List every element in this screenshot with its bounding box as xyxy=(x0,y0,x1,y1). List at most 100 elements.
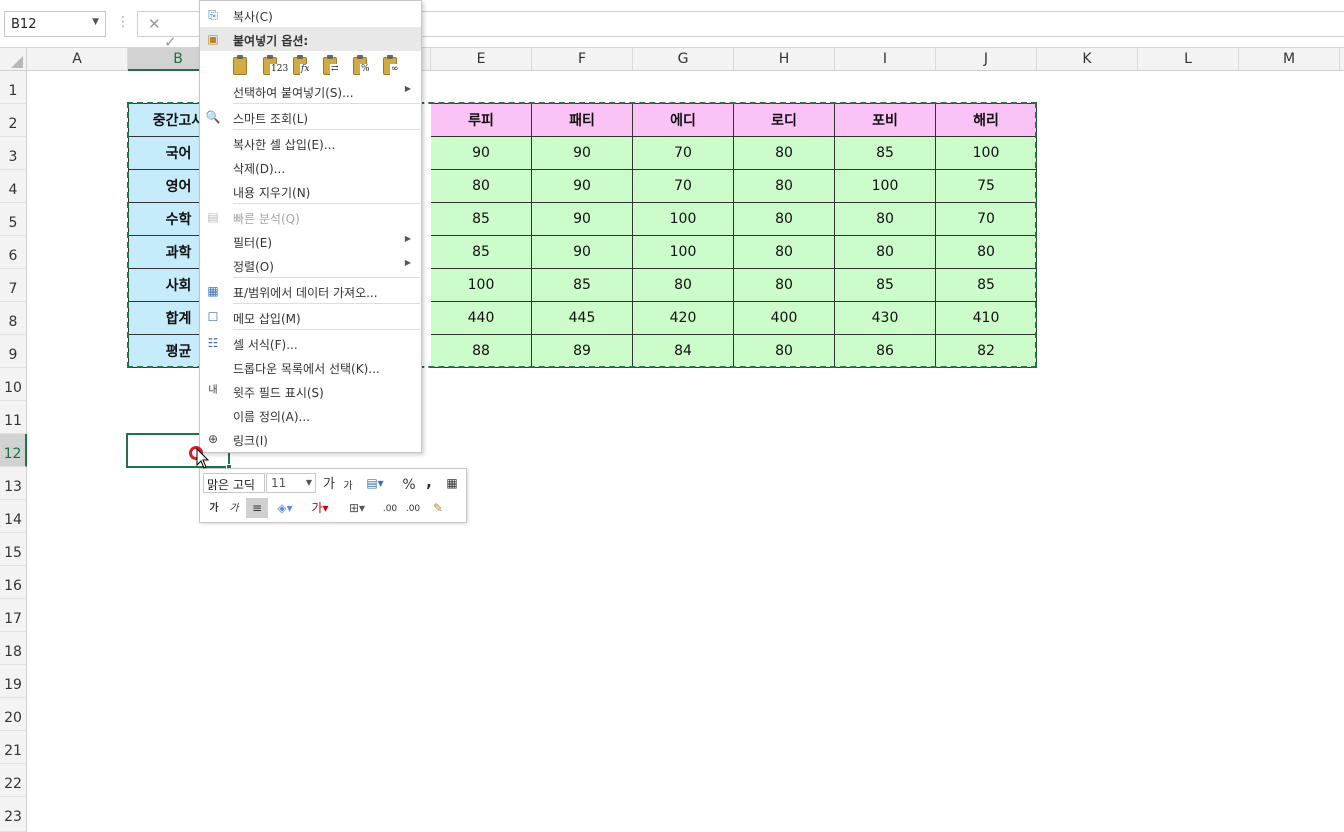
value-cell[interactable]: 80 xyxy=(431,170,532,203)
cancel-icon[interactable]: ✕ xyxy=(148,15,161,33)
paste-icon[interactable] xyxy=(229,53,253,79)
paste-values-icon[interactable]: 123 xyxy=(259,53,290,79)
shrink-font-icon[interactable]: 가 xyxy=(340,477,356,497)
value-cell[interactable]: 80 xyxy=(734,269,835,302)
menu-item-sort[interactable]: 정렬(O) ▶ xyxy=(200,253,421,277)
row-header-1[interactable]: 1 xyxy=(0,71,27,104)
grow-font-icon[interactable]: 가 xyxy=(320,475,338,495)
row-header-9[interactable]: 9 xyxy=(0,335,27,368)
menu-item-smart-lookup[interactable]: 🔍 스마트 조회(L) xyxy=(200,105,421,129)
column-header-j[interactable]: J xyxy=(936,48,1037,71)
value-cell[interactable]: 85 xyxy=(532,269,633,302)
font-size-select[interactable]: 11 ▼ xyxy=(266,473,316,493)
value-cell[interactable]: 100 xyxy=(633,236,734,269)
value-cell[interactable]: 80 xyxy=(734,203,835,236)
menu-item-get-data[interactable]: ▦ 표/범위에서 데이터 가져오... xyxy=(200,279,421,303)
value-cell[interactable]: 85 xyxy=(431,203,532,236)
value-cell[interactable]: 80 xyxy=(734,335,835,368)
value-cell[interactable]: 82 xyxy=(936,335,1037,368)
row-header-7[interactable]: 7 xyxy=(0,269,27,302)
row-header-21[interactable]: 21 xyxy=(0,731,27,764)
column-header-h[interactable]: H xyxy=(734,48,835,71)
value-cell[interactable]: 85 xyxy=(835,269,936,302)
paste-formatting-icon[interactable]: % xyxy=(349,53,373,79)
row-header-2[interactable]: 2 xyxy=(0,104,27,137)
value-cell[interactable]: 85 xyxy=(936,269,1037,302)
cell-styles-icon[interactable]: ▤▾ xyxy=(360,473,390,493)
row-header-19[interactable]: 19 xyxy=(0,665,27,698)
header-cell[interactable]: 로디 xyxy=(734,103,835,137)
row-header-18[interactable]: 18 xyxy=(0,632,27,665)
header-cell[interactable]: 루피 xyxy=(431,103,532,137)
borders-icon[interactable]: ▦ xyxy=(442,473,462,493)
value-cell[interactable]: 90 xyxy=(532,137,633,170)
value-cell[interactable]: 90 xyxy=(532,203,633,236)
percent-style-icon[interactable]: % xyxy=(400,475,418,495)
value-cell[interactable]: 100 xyxy=(835,170,936,203)
value-cell[interactable]: 80 xyxy=(734,170,835,203)
column-header-l[interactable]: L xyxy=(1138,48,1239,71)
column-header-k[interactable]: K xyxy=(1037,48,1138,71)
value-cell[interactable]: 100 xyxy=(633,203,734,236)
column-header-e[interactable]: E xyxy=(431,48,532,71)
value-cell[interactable]: 420 xyxy=(633,302,734,335)
row-header-12[interactable]: 12 xyxy=(0,434,27,467)
header-cell[interactable]: 패티 xyxy=(532,103,633,137)
format-painter-icon[interactable]: ✎ xyxy=(428,498,448,518)
row-header-17[interactable]: 17 xyxy=(0,599,27,632)
value-cell[interactable]: 80 xyxy=(835,236,936,269)
row-header-20[interactable]: 20 xyxy=(0,698,27,731)
row-header-5[interactable]: 5 xyxy=(0,203,27,236)
menu-item-format-cells[interactable]: ☷ 셀 서식(F)... xyxy=(200,331,421,355)
value-cell[interactable]: 70 xyxy=(936,203,1037,236)
value-cell[interactable]: 80 xyxy=(734,137,835,170)
value-cell[interactable]: 85 xyxy=(431,236,532,269)
row-header-23[interactable]: 23 xyxy=(0,797,27,832)
menu-item-clear-contents[interactable]: 내용 지우기(N) xyxy=(200,179,421,203)
row-header-16[interactable]: 16 xyxy=(0,566,27,599)
row-header-10[interactable]: 10 xyxy=(0,368,27,401)
fill-color-icon[interactable]: ◈▾ xyxy=(270,498,300,518)
name-box-dropdown-icon[interactable]: ▼ xyxy=(92,17,99,27)
value-cell[interactable]: 430 xyxy=(835,302,936,335)
menu-item-pick-from-dropdown[interactable]: 드롭다운 목록에서 선택(K)... xyxy=(200,355,421,379)
value-cell[interactable]: 85 xyxy=(835,137,936,170)
value-cell[interactable]: 400 xyxy=(734,302,835,335)
menu-item-define-name[interactable]: 이름 정의(A)... xyxy=(200,403,421,427)
menu-item-delete[interactable]: 삭제(D)... xyxy=(200,155,421,179)
menu-item-insert-comment[interactable]: ☐ 메모 삽입(M) xyxy=(200,305,421,329)
value-cell[interactable]: 80 xyxy=(835,203,936,236)
paste-formulas-icon[interactable]: fx xyxy=(289,53,313,79)
borders-dropdown-icon[interactable]: ⊞▾ xyxy=(342,498,372,518)
value-cell[interactable]: 440 xyxy=(431,302,532,335)
column-header-i[interactable]: I xyxy=(835,48,936,71)
value-cell[interactable]: 90 xyxy=(532,236,633,269)
value-cell[interactable]: 410 xyxy=(936,302,1037,335)
column-header-a[interactable]: A xyxy=(27,48,128,71)
row-header-3[interactable]: 3 xyxy=(0,137,27,170)
value-cell[interactable]: 84 xyxy=(633,335,734,368)
row-header-13[interactable]: 13 xyxy=(0,467,27,500)
value-cell[interactable]: 86 xyxy=(835,335,936,368)
row-header-15[interactable]: 15 xyxy=(0,533,27,566)
font-color-icon[interactable]: 가▾ xyxy=(305,498,335,518)
value-cell[interactable]: 100 xyxy=(431,269,532,302)
italic-icon[interactable]: 가 xyxy=(226,499,242,519)
paste-link-icon[interactable]: ∞ xyxy=(379,53,403,79)
select-all-button[interactable] xyxy=(0,48,27,71)
value-cell[interactable]: 100 xyxy=(936,137,1037,170)
value-cell[interactable]: 70 xyxy=(633,137,734,170)
value-cell[interactable]: 445 xyxy=(532,302,633,335)
name-box[interactable]: B12 ▼ xyxy=(4,11,106,37)
row-header-8[interactable]: 8 xyxy=(0,302,27,335)
value-cell[interactable]: 75 xyxy=(936,170,1037,203)
value-cell[interactable]: 80 xyxy=(936,236,1037,269)
menu-item-paste-special[interactable]: 선택하여 붙여넣기(S)... ▶ xyxy=(200,79,421,103)
header-cell[interactable]: 에디 xyxy=(633,103,734,137)
header-cell[interactable]: 해리 xyxy=(936,103,1037,137)
row-header-6[interactable]: 6 xyxy=(0,236,27,269)
menu-item-insert-copied-cells[interactable]: 복사한 셀 삽입(E)... xyxy=(200,131,421,155)
value-cell[interactable]: 80 xyxy=(734,236,835,269)
value-cell[interactable]: 88 xyxy=(431,335,532,368)
bold-icon[interactable]: 가 xyxy=(206,499,222,519)
